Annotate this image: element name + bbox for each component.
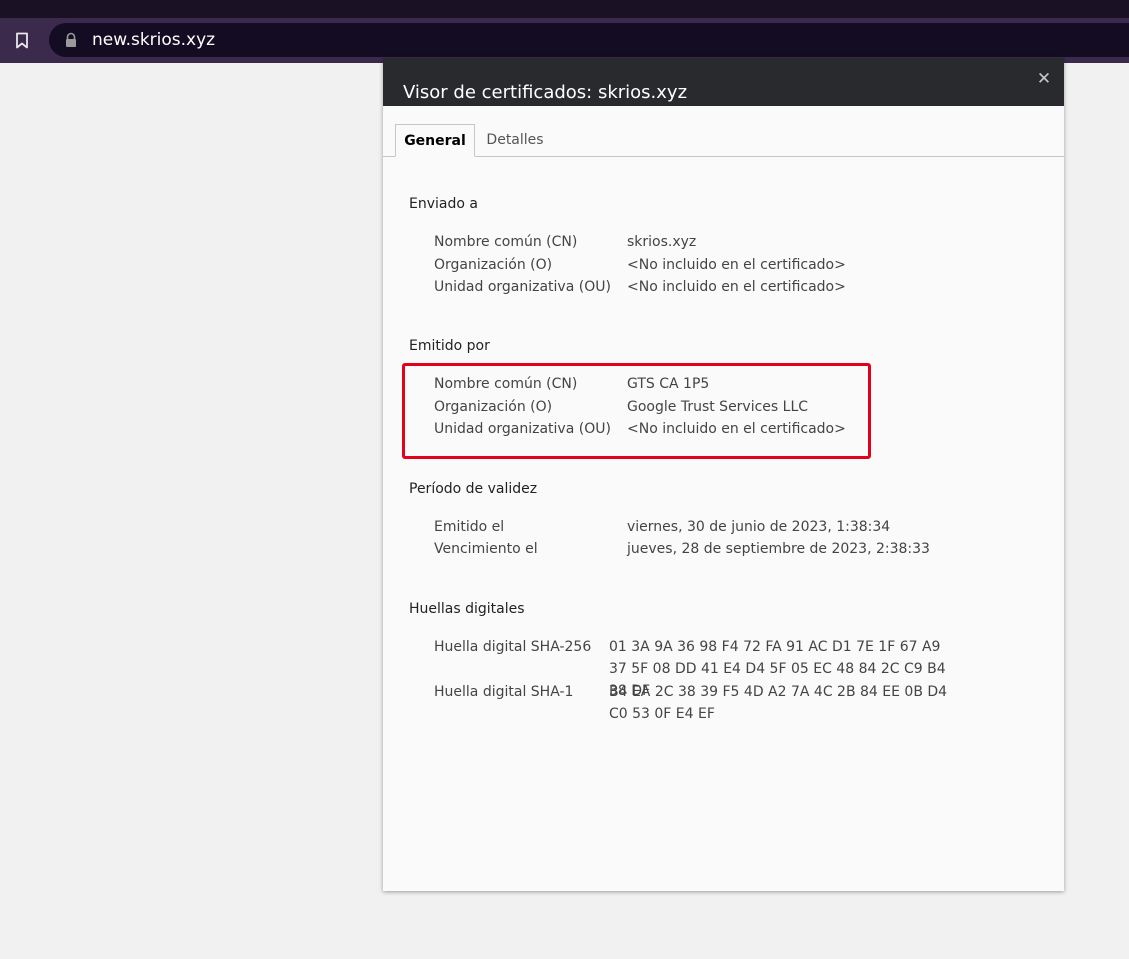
issued-by-ou-row: Unidad organizativa (OU) <No incluido en…	[434, 419, 1034, 439]
section-title-fingerprints: Huellas digitales	[409, 601, 525, 617]
dialog-title: Visor de certificados: skrios.xyz	[403, 82, 688, 103]
field-label: Huella digital SHA-1	[434, 684, 574, 700]
field-label: Unidad organizativa (OU)	[434, 421, 611, 437]
issued-by-cn-row: Nombre común (CN) GTS CA 1P5	[434, 374, 1034, 394]
field-value: skrios.xyz	[627, 234, 697, 250]
tab-details[interactable]: Detalles	[475, 124, 555, 156]
field-label: Organización (O)	[434, 257, 553, 273]
field-value: jueves, 28 de septiembre de 2023, 2:38:3…	[627, 541, 930, 557]
section-title-validity: Período de validez	[409, 481, 538, 497]
bookmark-icon	[16, 32, 28, 48]
field-value: viernes, 30 de junio de 2023, 1:38:34	[627, 519, 891, 535]
address-bar[interactable]: new.skrios.xyz	[49, 23, 1129, 57]
field-value: <No incluido en el certificado>	[627, 421, 846, 437]
certificate-viewer-dialog: Visor de certificados: skrios.xyz ✕ Gene…	[383, 58, 1064, 891]
field-value: B4 EA 2C 38 39 F5 4D A2 7A 4C 2B 84 EE 0…	[609, 684, 948, 722]
close-icon: ✕	[1036, 68, 1052, 89]
tab-bar: General Detalles	[383, 124, 1064, 157]
window-top-strip	[0, 0, 1129, 18]
field-value: <No incluido en el certificado>	[627, 257, 846, 273]
url-text[interactable]: new.skrios.xyz	[92, 30, 215, 50]
lock-icon[interactable]	[64, 32, 78, 48]
section-title-issued-by: Emitido por	[409, 338, 490, 354]
issued-to-cn-row: Nombre común (CN) skrios.xyz	[434, 232, 1034, 252]
field-label: Organización (O)	[434, 399, 553, 415]
field-value: <No incluido en el certificado>	[627, 279, 846, 295]
dialog-header: Visor de certificados: skrios.xyz ✕	[383, 58, 1064, 106]
validity-expires-row: Vencimiento el jueves, 28 de septiembre …	[434, 539, 1034, 559]
field-label: Huella digital SHA-256	[434, 639, 592, 655]
validity-issued-row: Emitido el viernes, 30 de junio de 2023,…	[434, 517, 1034, 537]
field-value: Google Trust Services LLC	[627, 399, 809, 415]
issued-to-o-row: Organización (O) <No incluido en el cert…	[434, 255, 1034, 275]
browser-toolbar: new.skrios.xyz	[0, 18, 1129, 63]
field-label: Nombre común (CN)	[434, 234, 578, 250]
field-value: GTS CA 1P5	[627, 376, 710, 392]
field-label: Nombre común (CN)	[434, 376, 578, 392]
field-label: Vencimiento el	[434, 541, 538, 557]
issued-by-o-row: Organización (O) Google Trust Services L…	[434, 397, 1034, 417]
section-title-issued-to: Enviado a	[409, 196, 478, 212]
field-label: Emitido el	[434, 519, 505, 535]
issued-to-ou-row: Unidad organizativa (OU) <No incluido en…	[434, 277, 1034, 297]
field-label: Unidad organizativa (OU)	[434, 279, 611, 295]
bookmark-button[interactable]	[8, 26, 36, 54]
tab-general[interactable]: General	[395, 124, 475, 157]
close-button[interactable]: ✕	[1033, 68, 1055, 90]
